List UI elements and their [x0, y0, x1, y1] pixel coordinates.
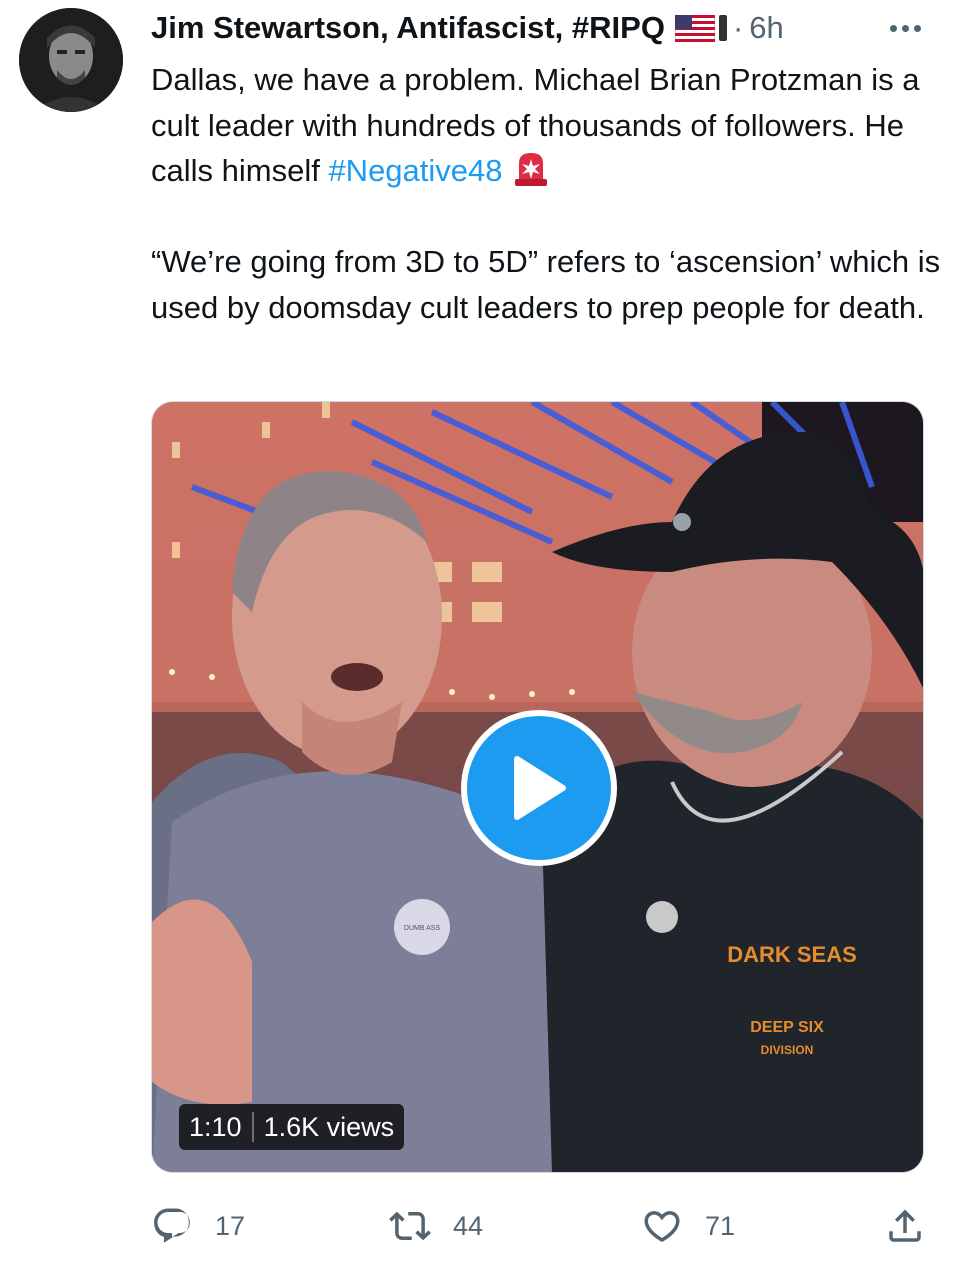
us-flag-icon	[674, 14, 716, 42]
share-icon	[889, 1209, 921, 1242]
play-button[interactable]	[461, 710, 617, 866]
video-view-count: 1.6K views	[263, 1111, 395, 1142]
share-button[interactable]	[884, 1200, 926, 1252]
shirt-text-mid: DEEP SIX	[750, 1019, 824, 1036]
retweet-button[interactable]: 44	[389, 1200, 483, 1252]
hashtag-link[interactable]: #Negative48	[328, 153, 502, 188]
tweet-header: Jim Stewartson, Antifascist, #RIPQ · 6h	[151, 8, 946, 48]
divider	[251, 1112, 254, 1142]
shirt-text-bottom: DIVISION	[761, 1043, 814, 1057]
more-options-icon[interactable]	[890, 25, 921, 32]
reply-icon	[154, 1208, 190, 1243]
like-count: 71	[705, 1210, 736, 1241]
retweet-icon	[389, 1211, 431, 1241]
video-duration: 1:10	[189, 1111, 242, 1142]
shirt-text-top: DARK SEAS	[727, 942, 857, 967]
author-name[interactable]: Jim Stewartson, Antifascist, #RIPQ	[151, 10, 665, 46]
reply-button[interactable]: 17	[151, 1200, 245, 1252]
heart-icon	[644, 1211, 680, 1243]
video-player[interactable]: DUMB ASS DARK SEAS DEEP SIX DIVISION 1:1…	[151, 401, 924, 1173]
play-icon	[514, 756, 566, 820]
tweet-body: Dallas, we have a problem. Michael Brian…	[151, 57, 941, 330]
retweet-count: 44	[453, 1210, 484, 1241]
tweet-actions: 17 44 71	[151, 1200, 926, 1252]
flag-pole-icon	[718, 15, 727, 41]
tweet-timestamp[interactable]: 6h	[749, 10, 783, 46]
header-separator: ·	[732, 10, 744, 45]
author-avatar[interactable]	[19, 8, 123, 112]
reply-count: 17	[215, 1210, 246, 1241]
like-button[interactable]: 71	[641, 1200, 735, 1252]
video-info-overlay: 1:10 1.6K views	[179, 1104, 405, 1150]
pin-badge-text: DUMB ASS	[404, 925, 441, 932]
tweet-paragraph-2: “We’re going from 3D to 5D” refers to ‘a…	[151, 244, 941, 325]
tweet-paragraph-1: Dallas, we have a problem. Michael Brian…	[151, 57, 941, 194]
police-siren-icon	[511, 149, 551, 187]
